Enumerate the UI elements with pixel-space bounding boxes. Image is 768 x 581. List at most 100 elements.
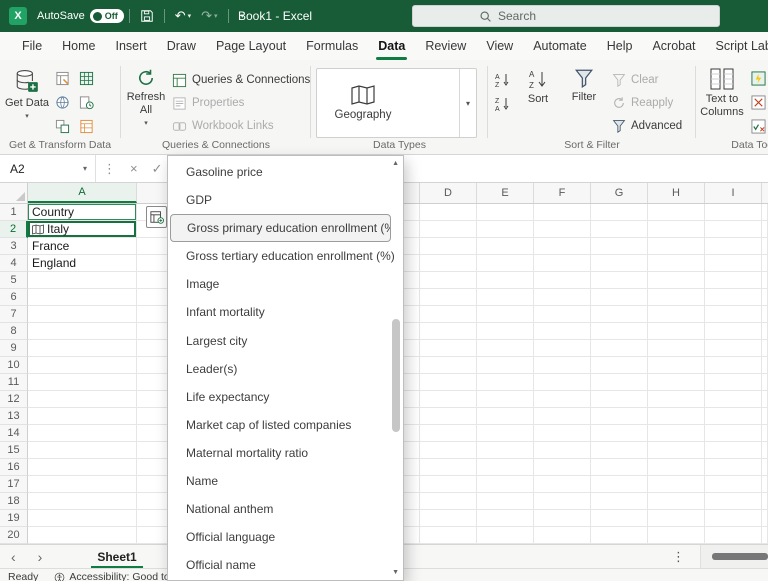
redo-button[interactable]: ↷▾ — [196, 4, 222, 28]
cell-E4[interactable] — [477, 255, 534, 272]
cell-partial[interactable] — [762, 289, 768, 306]
reapply-filter-button[interactable]: Reapply — [612, 93, 673, 113]
cell-I5[interactable] — [705, 272, 762, 289]
scroll-down-icon[interactable]: ▼ — [392, 569, 399, 576]
cell-G10[interactable] — [591, 357, 648, 374]
cell-E15[interactable] — [477, 442, 534, 459]
sheet-options-icon[interactable]: ⋮ — [672, 549, 685, 565]
cell-D11[interactable] — [420, 374, 477, 391]
cell-A16[interactable] — [28, 459, 137, 476]
cell-H17[interactable] — [648, 476, 705, 493]
cell-E3[interactable] — [477, 238, 534, 255]
cell-H7[interactable] — [648, 306, 705, 323]
column-header-f[interactable]: F — [534, 183, 591, 203]
cell-H8[interactable] — [648, 323, 705, 340]
cell-partial[interactable] — [762, 391, 768, 408]
cell-F7[interactable] — [534, 306, 591, 323]
get-data-button[interactable]: Get Data ▾ — [4, 63, 50, 139]
cell-D4[interactable] — [420, 255, 477, 272]
dropdown-item[interactable]: Maternal mortality ratio — [168, 439, 403, 467]
cell-partial[interactable] — [762, 357, 768, 374]
properties-button[interactable]: Properties — [172, 93, 244, 113]
cell-I10[interactable] — [705, 357, 762, 374]
cell-A3[interactable]: France — [28, 238, 137, 255]
row-header-10[interactable]: 10 — [0, 357, 28, 374]
tab-automate[interactable]: Automate — [523, 32, 597, 60]
dropdown-item-highlighted[interactable]: Gross primary education enrollment (%) — [170, 214, 391, 242]
column-header-h[interactable]: H — [648, 183, 705, 203]
save-button[interactable] — [135, 4, 159, 28]
autosave-control[interactable]: AutoSave Off — [37, 9, 124, 23]
cell-E2[interactable] — [477, 221, 534, 238]
cell-A5[interactable] — [28, 272, 137, 289]
cell-F5[interactable] — [534, 272, 591, 289]
cell-A13[interactable] — [28, 408, 137, 425]
cell-A18[interactable] — [28, 493, 137, 510]
remove-duplicates-button[interactable] — [748, 92, 768, 112]
cell-F8[interactable] — [534, 323, 591, 340]
cell-G13[interactable] — [591, 408, 648, 425]
cell-partial[interactable] — [762, 221, 768, 238]
cell-D3[interactable] — [420, 238, 477, 255]
cell-I7[interactable] — [705, 306, 762, 323]
flash-fill-button[interactable] — [748, 68, 768, 88]
tab-file[interactable]: File — [12, 32, 52, 60]
horizontal-scrollbar-thumb[interactable] — [712, 553, 768, 560]
search-box[interactable]: Search — [412, 5, 720, 27]
cell-E14[interactable] — [477, 425, 534, 442]
cell-D14[interactable] — [420, 425, 477, 442]
from-picture-button[interactable] — [76, 116, 96, 136]
cell-G4[interactable] — [591, 255, 648, 272]
cell-E20[interactable] — [477, 527, 534, 544]
cell-partial[interactable] — [762, 204, 768, 221]
dropdown-item[interactable]: Largest city — [168, 327, 403, 355]
cell-A10[interactable] — [28, 357, 137, 374]
row-header-11[interactable]: 11 — [0, 374, 28, 391]
row-header-12[interactable]: 12 — [0, 391, 28, 408]
cell-H20[interactable] — [648, 527, 705, 544]
cell-D2[interactable] — [420, 221, 477, 238]
cell-I4[interactable] — [705, 255, 762, 272]
cell-H9[interactable] — [648, 340, 705, 357]
select-all-corner[interactable] — [0, 183, 28, 203]
formula-bar-handle-icon[interactable]: ⋮ — [96, 161, 123, 177]
cell-D18[interactable] — [420, 493, 477, 510]
cell-E12[interactable] — [477, 391, 534, 408]
cell-partial[interactable] — [762, 272, 768, 289]
cell-F1[interactable] — [534, 204, 591, 221]
cell-A1[interactable]: Country — [28, 204, 137, 221]
cell-D8[interactable] — [420, 323, 477, 340]
cell-H13[interactable] — [648, 408, 705, 425]
recent-sources-button[interactable] — [76, 92, 96, 112]
cell-A20[interactable] — [28, 527, 137, 544]
row-header-6[interactable]: 6 — [0, 289, 28, 306]
cell-I18[interactable] — [705, 493, 762, 510]
cell-I19[interactable] — [705, 510, 762, 527]
tab-review[interactable]: Review — [415, 32, 476, 60]
cell-F17[interactable] — [534, 476, 591, 493]
cell-F16[interactable] — [534, 459, 591, 476]
tab-page-layout[interactable]: Page Layout — [206, 32, 296, 60]
cell-G15[interactable] — [591, 442, 648, 459]
cell-E11[interactable] — [477, 374, 534, 391]
cell-D5[interactable] — [420, 272, 477, 289]
existing-connections-button[interactable] — [52, 116, 72, 136]
cell-H10[interactable] — [648, 357, 705, 374]
row-header-14[interactable]: 14 — [0, 425, 28, 442]
text-to-columns-button[interactable]: Text to Columns — [698, 63, 746, 139]
column-header-i[interactable]: I — [705, 183, 762, 203]
row-header-9[interactable]: 9 — [0, 340, 28, 357]
row-header-1[interactable]: 1 — [0, 204, 28, 221]
sort-ascending-button[interactable]: AZ — [492, 70, 512, 90]
tab-script-lab[interactable]: Script Lab — [706, 32, 768, 60]
dropdown-item[interactable]: Official language — [168, 523, 403, 551]
cell-I16[interactable] — [705, 459, 762, 476]
from-text-csv-button[interactable] — [52, 68, 72, 88]
geography-data-type[interactable]: Geography — [323, 69, 403, 137]
cell-F20[interactable] — [534, 527, 591, 544]
cell-D12[interactable] — [420, 391, 477, 408]
cell-G16[interactable] — [591, 459, 648, 476]
clear-filter-button[interactable]: Clear — [612, 70, 658, 90]
row-header-5[interactable]: 5 — [0, 272, 28, 289]
cell-H5[interactable] — [648, 272, 705, 289]
